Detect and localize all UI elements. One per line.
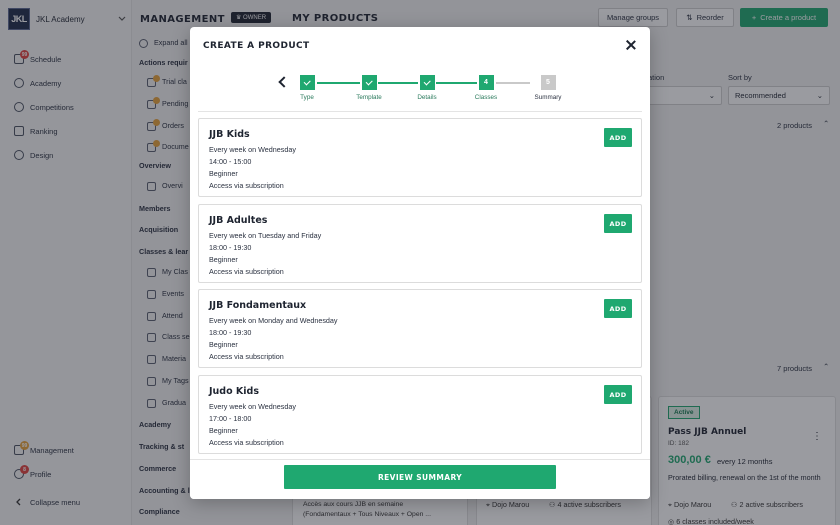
- class-access: Access via subscription: [209, 352, 284, 361]
- review-summary-button[interactable]: REVIEW SUMMARY: [284, 465, 556, 489]
- class-level: Beginner: [209, 169, 238, 178]
- stepper: Type Template Details 4 Classes 5 Summar…: [277, 75, 570, 105]
- create-product-modal: CREATE A PRODUCT Type Template Details 4…: [190, 27, 650, 499]
- step-label: Details: [417, 94, 437, 101]
- close-icon[interactable]: [625, 39, 637, 51]
- add-class-button[interactable]: ADD: [604, 385, 632, 404]
- step-number: 4: [478, 75, 494, 90]
- add-class-button[interactable]: ADD: [604, 214, 632, 233]
- modal-title: CREATE A PRODUCT: [203, 41, 310, 51]
- step-summary[interactable]: 5 Summary: [518, 75, 578, 101]
- class-schedule: Every week on Monday and Wednesday: [209, 316, 338, 325]
- add-class-button[interactable]: ADD: [604, 128, 632, 147]
- step-label: Classes: [474, 94, 498, 101]
- class-schedule: Every week on Wednesday: [209, 402, 296, 411]
- class-time: 18:00 - 19:30: [209, 243, 252, 252]
- class-name: JJB Kids: [209, 129, 250, 140]
- class-card: Judo Kids Every week on Wednesday 17:00 …: [198, 375, 642, 454]
- class-time: 18:00 - 19:30: [209, 328, 252, 337]
- class-list[interactable]: JJB Kids Every week on Wednesday 14:00 -…: [198, 111, 642, 459]
- class-card: JJB Kids Every week on Wednesday 14:00 -…: [198, 118, 642, 197]
- step-check-icon: [419, 75, 435, 90]
- step-details[interactable]: Details: [397, 75, 457, 101]
- step-number: 5: [540, 75, 556, 90]
- step-label: Type: [300, 94, 314, 101]
- step-classes[interactable]: 4 Classes: [456, 75, 516, 101]
- class-access: Access via subscription: [209, 267, 284, 276]
- class-name: JJB Fondamentaux: [209, 300, 307, 311]
- add-class-button[interactable]: ADD: [604, 299, 632, 318]
- class-schedule: Every week on Tuesday and Friday: [209, 231, 322, 240]
- step-check-icon: [299, 75, 315, 90]
- modal-footer: REVIEW SUMMARY: [190, 459, 650, 499]
- step-label: Summary: [534, 94, 562, 101]
- class-card: JJB Adultes Every week on Tuesday and Fr…: [198, 204, 642, 283]
- step-template[interactable]: Template: [339, 75, 399, 101]
- class-schedule: Every week on Wednesday: [209, 145, 296, 154]
- class-level: Beginner: [209, 255, 238, 264]
- class-access: Access via subscription: [209, 181, 284, 190]
- class-time: 17:00 - 18:00: [209, 414, 252, 423]
- class-card: JJB Fondamentaux Every week on Monday an…: [198, 289, 642, 368]
- class-name: Judo Kids: [209, 386, 260, 397]
- class-access: Access via subscription: [209, 438, 284, 447]
- step-type[interactable]: Type: [277, 75, 337, 101]
- step-label: Template: [356, 94, 382, 101]
- class-level: Beginner: [209, 426, 238, 435]
- step-check-icon: [361, 75, 377, 90]
- class-time: 14:00 - 15:00: [209, 157, 252, 166]
- class-name: JJB Adultes: [209, 215, 268, 226]
- class-level: Beginner: [209, 340, 238, 349]
